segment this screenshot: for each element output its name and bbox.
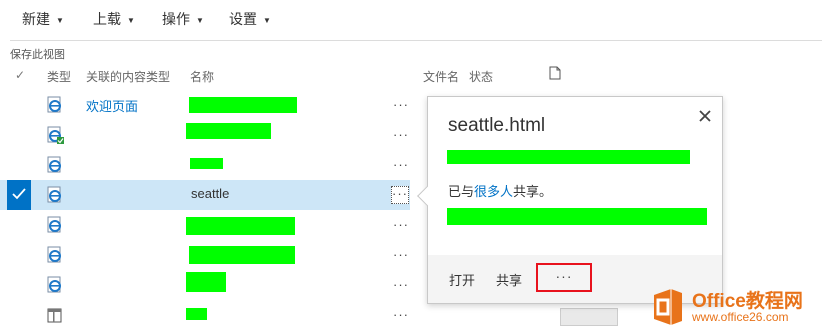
callout-beak — [417, 186, 437, 206]
ribbon-toolbar: 新建 ▼ 上载 ▼ 操作 ▼ 设置 ▼ — [0, 0, 822, 36]
redacted-file-name — [186, 308, 207, 320]
share-button[interactable]: 共享 — [496, 270, 522, 289]
ie-html-icon[interactable] — [46, 216, 64, 234]
row-more-button[interactable]: ··· — [392, 98, 410, 114]
settings-menu[interactable]: 设置 ▼ — [229, 9, 271, 29]
row-more-button[interactable]: ··· — [392, 248, 410, 264]
redacted-file-name — [189, 97, 297, 113]
upload-menu[interactable]: 上载 ▼ — [93, 9, 135, 29]
row-more-button[interactable]: ··· — [392, 278, 410, 294]
hidden-tooltip — [560, 308, 618, 326]
dropdown-arrow-icon: ▼ — [196, 15, 204, 25]
dropdown-arrow-icon: ▼ — [127, 15, 135, 25]
upload-menu-label: 上载 — [93, 11, 121, 27]
new-menu[interactable]: 新建 ▼ — [22, 9, 64, 29]
page-layout-icon[interactable] — [47, 308, 62, 323]
shared-with-text: 已与很多人共享。 — [448, 181, 552, 200]
new-menu-label: 新建 — [22, 11, 50, 27]
watermark-url: www.office26.com — [692, 310, 789, 324]
column-header-type[interactable]: 类型 — [47, 68, 71, 85]
dropdown-arrow-icon: ▼ — [56, 15, 64, 25]
redacted-file-name — [189, 246, 295, 264]
column-header-status[interactable]: 状态 — [469, 68, 493, 85]
file-name-seattle[interactable]: seattle — [191, 186, 229, 201]
shared-prefix: 已与 — [448, 184, 475, 199]
column-header-content-type[interactable]: 关联的内容类型 — [86, 68, 170, 85]
shared-with-link[interactable]: 很多人 — [474, 184, 513, 199]
column-header-file-name[interactable]: 文件名 — [423, 68, 459, 85]
ie-html-check-icon[interactable] — [46, 126, 64, 144]
redacted-modified-info — [447, 150, 690, 164]
dropdown-arrow-icon: ▼ — [263, 15, 271, 25]
content-type-link-welcome-page[interactable]: 欢迎页面 — [86, 96, 138, 115]
shared-suffix: 共享。 — [513, 184, 553, 199]
file-callout: seattle.html 已与很多人共享。 打开 共享 ··· — [417, 96, 723, 304]
column-header-name[interactable]: 名称 — [190, 68, 214, 85]
row-more-button[interactable]: ··· — [392, 128, 410, 144]
checkmark-icon — [12, 188, 26, 200]
open-button[interactable]: 打开 — [449, 270, 475, 289]
close-icon[interactable] — [696, 107, 714, 125]
redacted-url — [447, 208, 707, 225]
actions-menu-label: 操作 — [162, 11, 190, 27]
watermark-brand: Office教程网 — [692, 291, 803, 312]
save-view-link[interactable]: 保存此视图 — [10, 46, 65, 62]
row-select-checkbox[interactable] — [7, 180, 31, 210]
row-more-button-active[interactable]: ··· — [391, 186, 409, 204]
ie-html-icon[interactable] — [46, 96, 64, 114]
redacted-file-name — [190, 158, 223, 169]
document-icon — [549, 66, 561, 80]
ie-html-icon[interactable] — [46, 276, 64, 294]
callout-title: seattle.html — [448, 115, 546, 136]
redacted-file-name — [186, 217, 295, 235]
ie-html-icon[interactable] — [46, 186, 64, 204]
actions-menu[interactable]: 操作 ▼ — [162, 9, 204, 29]
redacted-file-name — [186, 272, 226, 292]
watermark: Office教程网 www.office26.com — [651, 284, 822, 330]
select-all-checkmark-icon[interactable]: ✓ — [15, 68, 25, 82]
office-logo-icon — [654, 289, 682, 325]
settings-menu-label: 设置 — [229, 11, 257, 27]
ie-html-icon[interactable] — [46, 246, 64, 264]
redacted-file-name — [186, 123, 271, 139]
row-more-button[interactable]: ··· — [392, 218, 410, 234]
callout-more-button[interactable]: ··· — [536, 263, 592, 292]
row-more-button[interactable]: ··· — [392, 158, 410, 174]
toolbar-divider — [10, 40, 822, 41]
row-more-button[interactable]: ··· — [392, 308, 410, 324]
ie-html-icon[interactable] — [46, 156, 64, 174]
